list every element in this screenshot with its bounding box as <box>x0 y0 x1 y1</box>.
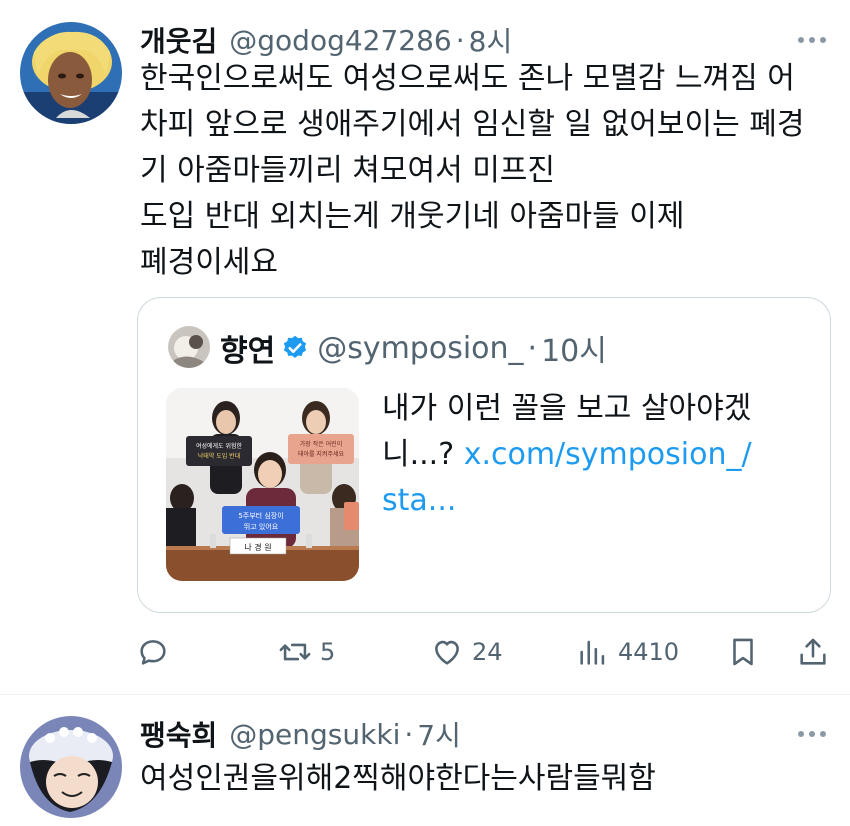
more-horizontal-icon[interactable] <box>794 30 830 50</box>
view-count: 4410 <box>618 638 680 666</box>
like-button[interactable]: 24 <box>430 632 503 672</box>
quote-thumbnail[interactable]: 여성에게도 위험한 낙태약 도입 반대 가장 작은 어린이 태아를 지켜주세요 … <box>166 388 359 581</box>
nameplate-text: 나 경 원 <box>244 542 271 552</box>
tweet-text-line: 기 아줌마들끼리 쳐모여서 미프진 <box>140 153 556 188</box>
tweet-header: 팽숙희 @pengsukki · 7시 <box>140 714 461 754</box>
sign-text: 5주부터 심장이 <box>238 511 283 520</box>
tweet[interactable]: 개웃김 @godog427286 · 8시 한국인으로써도 여성으로써도 존나 … <box>0 0 850 694</box>
display-name[interactable]: 개웃김 <box>140 20 217 60</box>
display-name[interactable]: 팽숙희 <box>140 714 217 754</box>
separator-dot: · <box>404 717 414 751</box>
bookmark-button[interactable] <box>726 632 760 672</box>
sign-text: 낙태약 도입 반대 <box>198 452 240 460</box>
quoted-tweet[interactable]: 향연 @symposion_ · 10시 여성에게도 위험한 낙태약 도입 반대… <box>137 297 831 613</box>
action-bar: 5 24 4410 <box>136 632 836 672</box>
verified-badge-icon <box>284 335 307 358</box>
tweet-text-line: 한국인으로써도 여성으로써도 존나 모멸감 느껴짐 어 <box>140 61 795 96</box>
quote-timestamp[interactable]: 10시 <box>541 326 607 370</box>
separator-dot: · <box>527 330 538 366</box>
tweet-text-line: 도입 반대 외치는게 개웃기네 아줌마들 이제 <box>140 199 685 234</box>
quote-handle[interactable]: @symposion_ <box>317 331 523 366</box>
more-horizontal-icon[interactable] <box>794 724 830 744</box>
sign-text: 가장 작은 어린이 <box>300 440 342 448</box>
tweet-text: 여성인권을위해2찍해야한다는사람들뭐함 <box>140 756 820 802</box>
quote-header: 향연 @symposion_ · 10시 <box>220 326 607 370</box>
reply-icon <box>140 640 166 665</box>
tweet-header: 개웃김 @godog427286 · 8시 <box>140 20 512 60</box>
reply-button[interactable] <box>136 632 170 672</box>
tweet-text-line: 폐경이세요 <box>140 245 278 280</box>
handle[interactable]: @pengsukki <box>229 718 400 751</box>
share-icon <box>800 638 826 665</box>
like-count: 24 <box>472 638 503 666</box>
quote-link-continued[interactable]: sta... <box>382 483 456 518</box>
sign-text: 뛰고 있어요 <box>244 522 279 531</box>
quote-display-name[interactable]: 향연 <box>220 326 275 370</box>
handle[interactable]: @godog427286 <box>229 24 451 57</box>
sign-text: 여성에게도 위험한 <box>196 442 243 450</box>
views-icon <box>580 640 605 665</box>
retweet-button[interactable]: 5 <box>278 632 335 672</box>
views-button[interactable]: 4410 <box>576 632 679 672</box>
retweet-count: 5 <box>320 638 336 666</box>
tweet-text: 한국인으로써도 여성으로써도 존나 모멸감 느껴짐 어 차피 앞으로 생애주기에… <box>140 56 820 286</box>
avatar[interactable] <box>20 716 122 818</box>
quote-avatar[interactable] <box>168 326 210 368</box>
heart-icon <box>435 640 459 665</box>
timestamp[interactable]: 7시 <box>417 714 461 754</box>
retweet-icon <box>279 643 311 661</box>
tweet-text-line: 여성인권을위해2찍해야한다는사람들뭐함 <box>140 761 656 796</box>
avatar[interactable] <box>20 22 122 124</box>
quote-link[interactable]: x.com/symposion_/ <box>464 437 752 472</box>
timestamp[interactable]: 8시 <box>469 20 513 60</box>
bookmark-icon <box>733 638 753 666</box>
sign-text: 태아를 지켜주세요 <box>298 450 345 458</box>
tweet-text-line: 차피 앞으로 생애주기에서 임신할 일 없어보이는 폐경 <box>140 107 805 142</box>
share-button[interactable] <box>796 632 830 672</box>
quote-text: 내가 이런 꼴을 보고 살아야겠니...? x.com/symposion_/ … <box>382 386 802 524</box>
separator-dot: · <box>455 23 465 57</box>
